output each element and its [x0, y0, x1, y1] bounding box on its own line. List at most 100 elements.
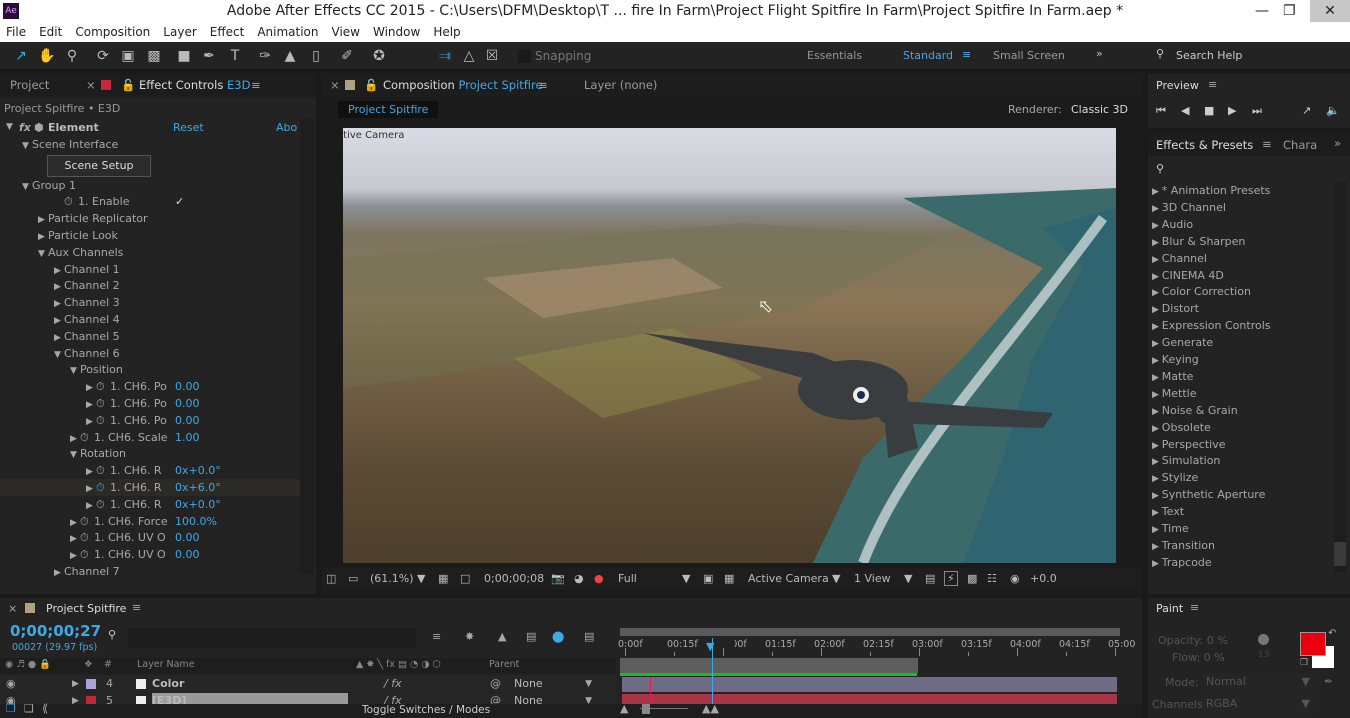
menu-help[interactable]: Help	[433, 22, 460, 42]
playhead-handle[interactable]: ▼	[706, 640, 714, 653]
chevron-down-icon[interactable]: ▼	[904, 572, 912, 585]
effect-category[interactable]: ▶ CINEMA 4D	[1152, 267, 1224, 284]
panel-menu-icon[interactable]: ≡	[251, 78, 261, 92]
layer-bar-e3d[interactable]	[622, 694, 1117, 704]
brush-tool-icon[interactable]: ✑	[256, 47, 274, 65]
close-tab-icon[interactable]: ×	[8, 602, 17, 615]
audio-icon[interactable]: 🔈	[1326, 104, 1340, 117]
property-row[interactable]: ▼ Position	[0, 361, 310, 378]
effect-category[interactable]: ▶ Blur & Sharpen	[1152, 233, 1245, 250]
default-colors-icon[interactable]: ❐	[1300, 658, 1308, 668]
lock-icon[interactable]: 🔓	[121, 78, 135, 92]
scrollbar[interactable]	[300, 119, 314, 574]
timeline-icon[interactable]: ▩	[967, 572, 977, 585]
camera-view-dropdown[interactable]: Active Camera	[748, 572, 829, 585]
stopwatch-icon[interactable]: ⏱	[80, 546, 94, 563]
expand-arrow-right-icon[interactable]: ▶	[1152, 288, 1162, 298]
effect-category[interactable]: ▶ Channel	[1152, 250, 1207, 267]
brush-tip-icon[interactable]	[1258, 634, 1269, 645]
effect-category[interactable]: ▶ Synthetic Aperture	[1152, 486, 1265, 503]
expand-arrow-right-icon[interactable]: ▶	[1152, 272, 1162, 282]
transparency-grid-icon[interactable]: ▦	[724, 572, 734, 585]
selection-tool-icon[interactable]: ↗	[12, 47, 30, 65]
property-row[interactable]: ▼ Channel 6	[0, 345, 310, 362]
current-time[interactable]: 0;00;00;08	[484, 572, 544, 585]
workspace-standard[interactable]: Standard	[903, 49, 953, 62]
snapping-checkbox[interactable]	[518, 50, 531, 63]
expand-arrow-right-icon[interactable]: ▶	[1152, 255, 1162, 265]
panel-menu-icon[interactable]: ≡	[1190, 601, 1199, 614]
expand-arrow-right-icon[interactable]: ▶	[1152, 441, 1162, 451]
property-value[interactable]: 0.00	[175, 378, 200, 395]
property-value[interactable]: 0.00	[175, 529, 200, 546]
layer-row[interactable]: ◉ ▶ 4 Color / fx @ None ▼	[0, 676, 616, 692]
effect-category[interactable]: ▶ Obsolete	[1152, 419, 1211, 436]
expand-arrow-right-icon[interactable]: ▶	[1152, 542, 1162, 552]
zoom-dropdown[interactable]: (61.1%) ▼	[370, 572, 426, 585]
expand-arrow-right-icon[interactable]: ▶	[1152, 407, 1162, 417]
property-row[interactable]: ▶ ⏱ 1. CH6. R 0x+6.0°	[0, 479, 310, 496]
expand-arrow-right-icon[interactable]: ▶	[1152, 525, 1162, 535]
stop-button[interactable]: ■	[1204, 104, 1214, 117]
more-tabs-icon[interactable]: »	[1334, 136, 1341, 150]
world-axis-icon[interactable]: △	[460, 47, 478, 65]
property-row[interactable]: ▶ Channel 2	[0, 277, 310, 294]
type-tool-icon[interactable]: T	[226, 47, 244, 65]
pickwhip-icon[interactable]: @	[490, 676, 501, 692]
always-preview-icon[interactable]: ◫	[326, 572, 336, 585]
effect-category[interactable]: ▶ Transition	[1152, 537, 1215, 554]
panel-menu-icon[interactable]: ≡	[132, 601, 141, 614]
property-row[interactable]: ▶ ⏱ 1. CH6. UV O 0.00	[0, 529, 310, 546]
stopwatch-icon[interactable]: ⏱	[80, 429, 94, 446]
menu-composition[interactable]: Composition	[75, 22, 150, 42]
search-help-input[interactable]: Search Help	[1176, 49, 1242, 62]
next-frame-button[interactable]: ▶	[1228, 104, 1236, 117]
mode-dropdown[interactable]: Normal ▼	[1202, 673, 1314, 691]
effect-category[interactable]: ▶ Audio	[1152, 216, 1193, 233]
collapse-arrow-icon[interactable]: ▼	[6, 119, 13, 136]
motion-blur-icon[interactable]: ⬤	[552, 630, 564, 643]
expand-arrow-right-icon[interactable]: ▶	[1152, 390, 1162, 400]
menu-layer[interactable]: Layer	[163, 22, 196, 42]
expand-arrow-right-icon[interactable]: ▶	[1152, 305, 1162, 315]
rotate-tool-icon[interactable]: ⟳	[94, 47, 112, 65]
scrollbar[interactable]	[1334, 182, 1346, 572]
pixel-aspect-icon[interactable]: ▤	[925, 572, 935, 585]
expand-arrow-right-icon[interactable]: ▶	[54, 565, 64, 582]
effects-search-input[interactable]	[1170, 160, 1340, 178]
tab-effect-controls[interactable]: Effect Controls E3D	[139, 78, 250, 92]
property-row[interactable]: ▶ ⏱ 1. CH6. R 0x+0.0°	[0, 496, 310, 513]
shy-layers-icon[interactable]: ▲	[498, 630, 506, 643]
exposure-reset-icon[interactable]: ◉	[1010, 572, 1020, 585]
flowchart-icon[interactable]: ☷	[987, 572, 997, 585]
expand-arrow-right-icon[interactable]: ▶	[1152, 356, 1162, 366]
property-value[interactable]: 0.00	[175, 546, 200, 563]
eyedropper-icon[interactable]: ✒	[1324, 675, 1333, 688]
menu-view[interactable]: View	[332, 22, 360, 42]
mask-visibility-icon[interactable]: □	[460, 572, 470, 585]
effect-category[interactable]: ▶ Expression Controls	[1152, 317, 1271, 334]
graph-editor-icon[interactable]: ▤	[584, 630, 594, 643]
effect-category[interactable]: ▶ Perspective	[1152, 436, 1226, 453]
expand-arrow-right-icon[interactable]: ▶	[1152, 457, 1162, 467]
property-value[interactable]: 0x+0.0°	[175, 462, 221, 479]
camera-tool-icon[interactable]: ▣	[119, 47, 137, 65]
property-row[interactable]: ▶ Channel 5	[0, 328, 310, 345]
restore-button[interactable]: ❐	[1283, 0, 1296, 22]
draft-3d-icon[interactable]: ✸	[465, 630, 474, 643]
expand-arrow-right-icon[interactable]: ▶	[1152, 238, 1162, 248]
workspace-essentials[interactable]: Essentials	[807, 49, 862, 62]
effect-category[interactable]: ▶ Matte	[1152, 368, 1193, 385]
comp-navigator-button[interactable]: Project Spitfire	[338, 101, 439, 118]
property-row[interactable]: ▶ ⏱ 1. CH6. UV O 0.00	[0, 546, 310, 563]
work-area-bar[interactable]	[620, 658, 918, 673]
tab-layer[interactable]: Layer (none)	[584, 78, 657, 92]
more-workspaces-icon[interactable]: »	[1096, 47, 1103, 60]
expand-arrow-right-icon[interactable]: ▶	[1152, 187, 1162, 197]
menu-animation[interactable]: Animation	[257, 22, 318, 42]
resolution-dropdown[interactable]: Full	[618, 572, 637, 585]
fx-switch-icon[interactable]: / fx	[384, 676, 402, 692]
channels-icon[interactable]: ●	[594, 572, 604, 585]
property-row[interactable]: ▼ Aux Channels	[0, 244, 310, 261]
eraser-tool-icon[interactable]: ▯	[307, 47, 325, 65]
